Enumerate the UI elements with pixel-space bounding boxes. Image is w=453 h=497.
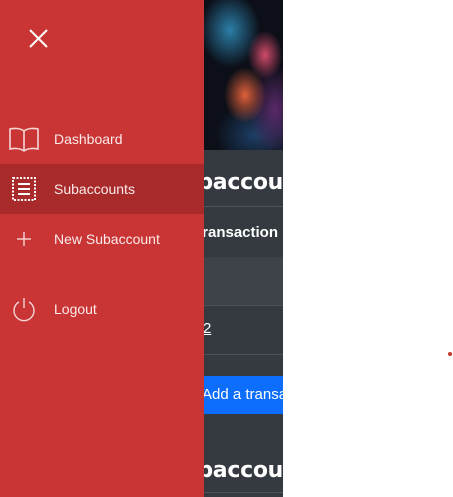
nav-item-subaccounts[interactable]: Subaccounts [0, 164, 204, 214]
nav-item-logout[interactable]: Logout [0, 284, 204, 334]
book-icon [8, 124, 40, 154]
receipt-icon [8, 174, 40, 204]
nav-label-subaccounts: Subaccounts [54, 181, 135, 197]
nav-item-dashboard[interactable]: Dashboard [0, 114, 204, 164]
power-icon [8, 294, 40, 324]
add-transaction-button[interactable]: Add a transa [200, 376, 283, 414]
nav-label-logout: Logout [54, 301, 97, 317]
row-link[interactable]: 2 [203, 320, 211, 337]
close-button[interactable] [24, 24, 54, 54]
nav-item-new-subaccount[interactable]: New Subaccount [0, 214, 204, 264]
table-header-transaction: ransaction [202, 224, 278, 241]
nav-label-dashboard: Dashboard [54, 131, 123, 147]
nav-label-new-subaccount: New Subaccount [54, 231, 160, 247]
plus-icon [8, 224, 40, 254]
side-drawer: Dashboard Subaccounts New Subaccount Log… [0, 0, 204, 497]
close-icon [29, 29, 48, 48]
indicator-dot [448, 352, 452, 356]
